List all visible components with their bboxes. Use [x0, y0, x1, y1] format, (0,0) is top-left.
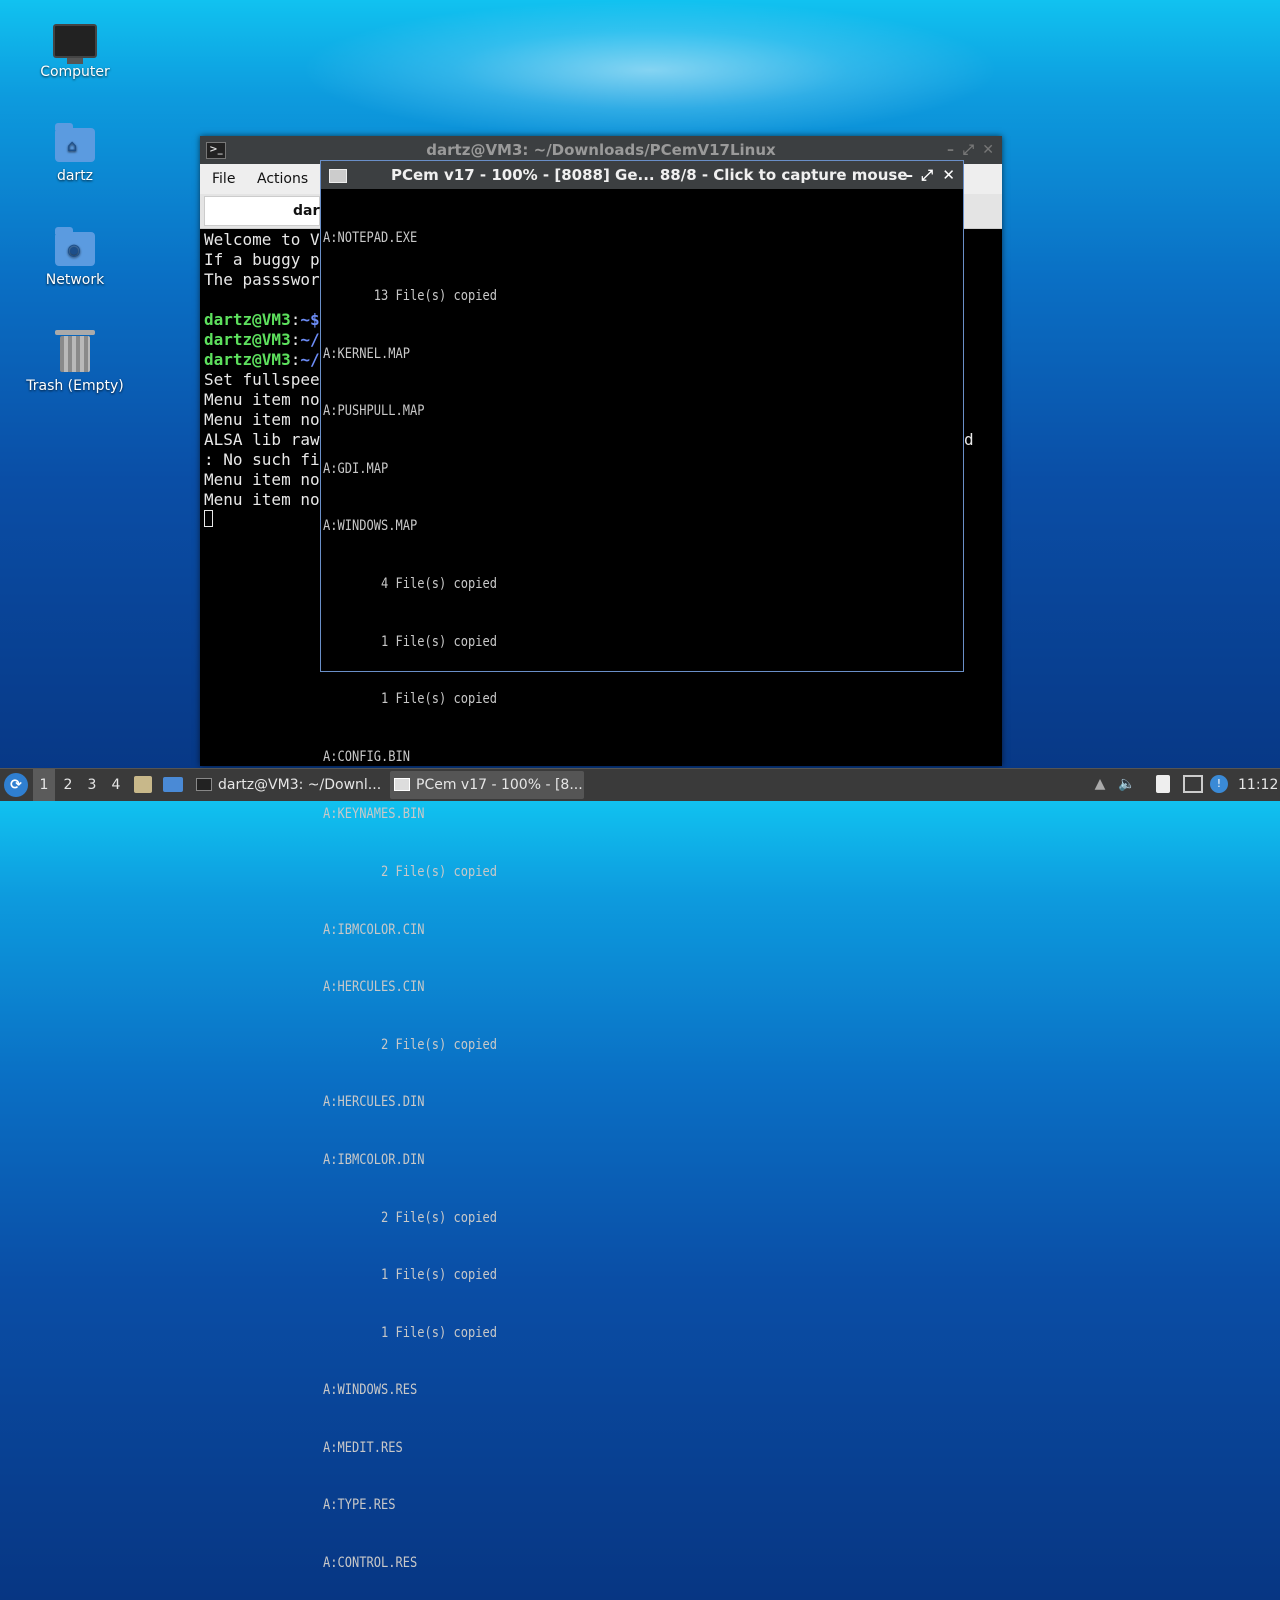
dos-line: 4 File(s) copied	[323, 575, 497, 592]
dos-line: 1 File(s) copied	[323, 1324, 497, 1341]
close-icon[interactable]: ✕	[982, 136, 994, 164]
dos-line: A:PUSHPULL.MAP	[323, 403, 425, 420]
prompt-line: dartz@VM3:~$	[204, 310, 320, 329]
terminal-line: Menu item no	[204, 470, 320, 489]
terminal-icon	[196, 778, 212, 791]
terminal-icon: >_	[206, 142, 226, 159]
wallpaper-glow	[300, 0, 1000, 140]
dos-line: A:TYPE.RES	[323, 1497, 396, 1514]
terminal-cursor	[204, 510, 213, 527]
dos-line: A:CONTROL.RES	[323, 1555, 418, 1572]
dos-line: A:KEYNAMES.BIN	[323, 806, 425, 823]
pcem-icon	[394, 778, 410, 791]
workspace-4[interactable]: 4	[105, 769, 127, 801]
show-desktop-icon[interactable]	[163, 777, 183, 792]
dos-line: A:KERNEL.MAP	[323, 345, 410, 362]
maximize-icon[interactable]: ⤢	[963, 136, 974, 164]
prompt-line: dartz@VM3:~/	[204, 350, 320, 369]
desktop-icon-network[interactable]: ◉ Network	[20, 226, 130, 288]
trash-icon	[55, 330, 95, 372]
dos-line: 13 File(s) copied	[323, 288, 497, 304]
clock[interactable]: 11:12	[1238, 769, 1278, 801]
maximize-icon[interactable]: ⤢	[921, 161, 933, 189]
terminal-tab[interactable]: dart	[204, 196, 326, 226]
pcem-window[interactable]: PCem v17 - 100% - [8088] Ge... 88/8 - Cl…	[320, 160, 964, 1571]
dos-line: A:WINDOWS.RES	[323, 1382, 418, 1399]
dos-line: 2 File(s) copied	[323, 1036, 497, 1053]
menu-file[interactable]: File	[212, 171, 235, 187]
network-icon[interactable]	[1183, 775, 1203, 793]
terminal-line: ALSA lib raw	[204, 430, 320, 449]
terminal-line: Welcome to V	[204, 230, 320, 249]
volume-icon[interactable]: 🔈	[1118, 775, 1136, 793]
terminal-title: dartz@VM3: ~/Downloads/PCemV17Linux	[426, 141, 776, 159]
dos-line: A:NOTEPAD.EXE	[323, 230, 418, 247]
pcem-title: PCem v17 - 100% - [8088] Ge... 88/8 - Cl…	[391, 166, 908, 184]
terminal-line: Menu item no	[204, 390, 320, 409]
dos-line: 1 File(s) copied	[323, 633, 497, 650]
desktop-icon-label: dartz	[56, 168, 94, 184]
clipboard-icon[interactable]	[1156, 775, 1170, 793]
dos-line: A:MEDIT.RES	[323, 1439, 403, 1456]
network-folder-icon: ◉	[55, 227, 95, 266]
close-icon[interactable]: ✕	[942, 161, 955, 189]
desktop-icon-trash[interactable]: Trash (Empty)	[20, 330, 130, 394]
terminal-line: Set fullspee	[204, 370, 320, 389]
pcem-screen[interactable]: A:NOTEPAD.EXE 13 File(s) copied A:KERNEL…	[323, 191, 497, 1600]
dos-line: 1 File(s) copied	[323, 691, 497, 708]
terminal-line: Menu item no	[204, 410, 320, 429]
dos-line: A:WINDOWS.MAP	[323, 518, 418, 535]
terminal-line-fragment: d	[964, 430, 974, 449]
desktop-icon-computer[interactable]: Computer	[20, 18, 130, 80]
prompt-line: dartz@VM3:~/	[204, 330, 320, 349]
notification-icon[interactable]: !	[1210, 775, 1228, 793]
workspace-1[interactable]: 1	[33, 769, 55, 801]
start-menu-icon[interactable]: ⟳	[4, 773, 28, 797]
dos-line: A:HERCULES.CIN	[323, 979, 425, 996]
desktop-icon-label: Network	[45, 272, 105, 288]
taskbar-item-pcem[interactable]: PCem v17 - 100% - [8...	[390, 771, 584, 799]
workspace-3[interactable]: 3	[81, 769, 103, 801]
home-folder-icon: ⌂	[55, 123, 95, 162]
dos-line: A:HERCULES.DIN	[323, 1094, 425, 1111]
menu-actions[interactable]: Actions	[257, 171, 308, 187]
dos-line: 1 File(s) copied	[323, 1267, 497, 1284]
workspace-2[interactable]: 2	[57, 769, 79, 801]
terminal-line: Menu item no	[204, 490, 320, 509]
dos-line: A:IBMCOLOR.CIN	[323, 921, 425, 938]
terminal-line: The passswor	[204, 270, 320, 289]
dos-line: A:CONFIG.BIN	[323, 748, 410, 765]
taskbar: ⟳ 1 2 3 4 dartz@VM3: ~/Downl... PCem v17…	[0, 768, 1280, 801]
minimize-icon[interactable]: –	[906, 161, 914, 189]
desktop-icon-label: Computer	[40, 64, 110, 80]
monitor-icon	[53, 24, 97, 64]
dos-line: 2 File(s) copied	[323, 1209, 497, 1226]
pcem-icon	[329, 169, 347, 183]
dos-line: A:IBMCOLOR.DIN	[323, 1151, 425, 1168]
desktop-icon-label: Trash (Empty)	[26, 378, 124, 394]
taskbar-item-terminal[interactable]: dartz@VM3: ~/Downl...	[192, 771, 386, 799]
pcem-titlebar[interactable]: PCem v17 - 100% - [8088] Ge... 88/8 - Cl…	[321, 161, 963, 189]
file-manager-launcher-icon[interactable]	[134, 776, 152, 793]
dos-line: A:GDI.MAP	[323, 460, 389, 477]
tray-expand-icon[interactable]: ▲	[1091, 775, 1109, 793]
desktop-icon-home[interactable]: ⌂ dartz	[20, 122, 130, 184]
terminal-line: If a buggy p	[204, 250, 320, 269]
taskbar-item-label: PCem v17 - 100% - [8...	[416, 777, 583, 793]
taskbar-item-label: dartz@VM3: ~/Downl...	[218, 777, 382, 793]
terminal-line: : No such fi	[204, 450, 320, 469]
dos-line: 2 File(s) copied	[323, 863, 497, 880]
